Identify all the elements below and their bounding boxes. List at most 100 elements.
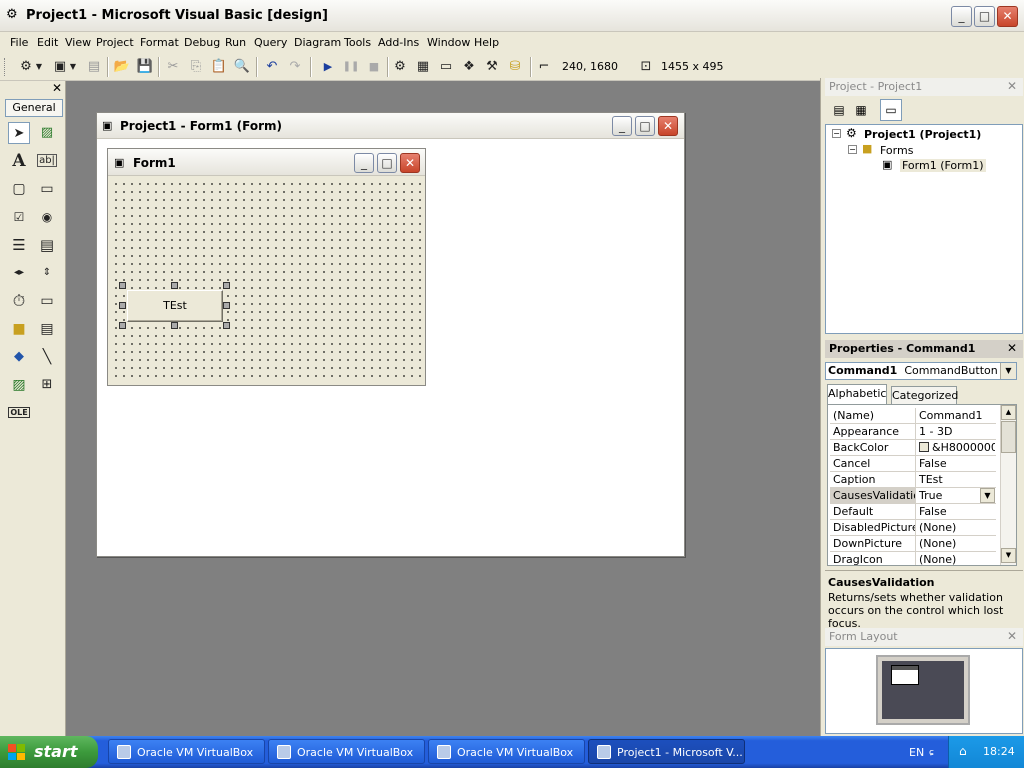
menu-diagram[interactable]: Diagram: [292, 34, 343, 51]
toggle-folders-icon[interactable]: ▭: [880, 99, 902, 121]
optionbutton-icon[interactable]: ◉: [36, 206, 58, 228]
form-position-preview[interactable]: [891, 665, 919, 685]
redo-icon[interactable]: ↷: [285, 57, 305, 77]
add-form-icon[interactable]: ▣: [50, 57, 70, 77]
object-selector[interactable]: Command1 CommandButton ▼: [825, 362, 1017, 380]
listbox-icon[interactable]: ▤: [36, 234, 58, 256]
view-code-icon[interactable]: ▤: [829, 100, 849, 120]
menu-project[interactable]: Project: [94, 34, 136, 51]
toolbox-icon[interactable]: ⚒: [482, 57, 502, 77]
tree-forms-folder[interactable]: Forms: [880, 144, 913, 157]
shape-icon[interactable]: ◆: [8, 346, 30, 368]
selection-handle[interactable]: [171, 322, 178, 329]
properties-window-icon[interactable]: ▦: [413, 57, 433, 77]
tree-project-root[interactable]: Project1 (Project1): [864, 128, 981, 141]
filelistbox-icon[interactable]: ▤: [36, 318, 58, 340]
menu-run[interactable]: Run: [223, 34, 248, 51]
paste-icon[interactable]: 📋: [209, 57, 229, 77]
property-row[interactable]: Default False: [830, 504, 996, 520]
properties-title-bar[interactable]: Properties - Command1 ✕: [825, 340, 1023, 358]
selection-handle[interactable]: [119, 322, 126, 329]
property-scrollbar[interactable]: ▲ ▼: [1000, 405, 1016, 565]
project-explorer-icon[interactable]: ⚙: [390, 57, 410, 77]
taskbar-item[interactable]: Oracle VM VirtualBox ...: [428, 739, 585, 764]
menu-format[interactable]: Format: [138, 34, 181, 51]
picturebox-icon[interactable]: ▨: [36, 122, 58, 144]
property-row[interactable]: Appearance 1 - 3D: [830, 424, 996, 440]
selection-handle[interactable]: [171, 282, 178, 289]
line-icon[interactable]: ╲: [36, 346, 58, 368]
object-selector-dropdown-icon[interactable]: ▼: [1000, 363, 1016, 379]
taskbar-item[interactable]: Oracle VM VirtualBox ...: [108, 739, 265, 764]
app-close-button[interactable]: ✕: [997, 6, 1018, 27]
object-browser-icon[interactable]: ❖: [459, 57, 479, 77]
app-minimize-button[interactable]: _: [951, 6, 972, 27]
property-value[interactable]: Command1: [917, 408, 995, 424]
hscrollbar-icon[interactable]: ◂▸: [8, 262, 30, 284]
tab-alphabetic[interactable]: Alphabetic: [827, 384, 887, 404]
form1-maximize-button[interactable]: □: [377, 153, 397, 173]
property-value[interactable]: (None): [917, 536, 995, 552]
form-layout-icon[interactable]: ▭: [436, 57, 456, 77]
image-icon[interactable]: ▨: [8, 374, 30, 396]
property-value[interactable]: False: [917, 504, 995, 520]
menu-add-ins[interactable]: Add-Ins: [376, 34, 421, 51]
end-icon[interactable]: ■: [364, 57, 384, 77]
copy-icon[interactable]: ⎘: [186, 57, 206, 77]
menu-help[interactable]: Help: [472, 34, 501, 51]
tree-form1-item[interactable]: Form1 (Form1): [900, 159, 986, 172]
view-object-icon[interactable]: ▦: [851, 100, 871, 120]
tree-expander-icon[interactable]: −: [832, 129, 841, 138]
selection-handle[interactable]: [119, 302, 126, 309]
form1-minimize-button[interactable]: _: [354, 153, 374, 173]
vscrollbar-icon[interactable]: ⇕: [36, 262, 58, 284]
menu-editor-icon[interactable]: ▤: [84, 57, 104, 77]
form-layout-title-bar[interactable]: Form Layout ✕: [825, 628, 1023, 646]
menu-file[interactable]: File: [8, 34, 30, 51]
data-icon[interactable]: ⊞: [36, 374, 58, 396]
input-method-icon[interactable]: ɕ: [929, 748, 934, 758]
undo-icon[interactable]: ↶: [262, 57, 282, 77]
property-value[interactable]: 1 - 3D: [917, 424, 995, 440]
scroll-thumb[interactable]: [1001, 421, 1016, 453]
property-row[interactable]: Cancel False: [830, 456, 996, 472]
app-maximize-button[interactable]: □: [974, 6, 995, 27]
property-row[interactable]: Caption TEst: [830, 472, 996, 488]
network-icon[interactable]: ⌂: [959, 744, 967, 758]
ole-icon[interactable]: OLE: [8, 402, 30, 424]
project-explorer-close-icon[interactable]: ✕: [1005, 80, 1019, 94]
taskbar-item[interactable]: Oracle VM VirtualBox ...: [268, 739, 425, 764]
property-row[interactable]: DragIcon (None): [830, 552, 996, 565]
property-row[interactable]: BackColor&H8000000F: [830, 440, 996, 456]
frame-icon[interactable]: ▢: [8, 178, 30, 200]
find-icon[interactable]: 🔍: [232, 57, 252, 77]
selection-handle[interactable]: [223, 322, 230, 329]
property-row-selected[interactable]: CausesValidationTrue▼: [830, 488, 996, 504]
cut-icon[interactable]: ✂: [163, 57, 183, 77]
add-project-icon[interactable]: ⚙: [16, 57, 36, 77]
data-view-icon[interactable]: ⛁: [505, 57, 525, 77]
property-value[interactable]: (None): [917, 520, 995, 536]
start-icon[interactable]: ▶: [318, 57, 338, 77]
break-icon[interactable]: ❚❚: [341, 57, 361, 77]
form1-title-bar[interactable]: ▣ Form1 _ □ ✕: [108, 149, 425, 176]
form-designer-minimize-button[interactable]: _: [612, 116, 632, 136]
selection-handle[interactable]: [119, 282, 126, 289]
properties-close-icon[interactable]: ✕: [1005, 342, 1019, 356]
drivelistbox-icon[interactable]: ▭: [36, 290, 58, 312]
menu-debug[interactable]: Debug: [182, 34, 222, 51]
form-designer-close-button[interactable]: ✕: [658, 116, 678, 136]
menu-window[interactable]: Window: [425, 34, 472, 51]
save-project-icon[interactable]: 💾: [135, 57, 155, 77]
property-row[interactable]: (Name) Command1: [830, 408, 996, 424]
add-project-dropdown-icon[interactable]: ▼: [34, 57, 44, 77]
property-value[interactable]: TEst: [917, 472, 995, 488]
add-form-dropdown-icon[interactable]: ▼: [68, 57, 78, 77]
commandbutton-icon[interactable]: ▭: [36, 178, 58, 200]
label-icon[interactable]: A: [8, 150, 30, 172]
selection-handle[interactable]: [223, 302, 230, 309]
menu-tools[interactable]: Tools: [342, 34, 373, 51]
property-dropdown-icon[interactable]: ▼: [980, 488, 995, 503]
toolbox-close-icon[interactable]: ✕: [50, 81, 64, 95]
pointer-icon[interactable]: ➤: [8, 122, 30, 144]
